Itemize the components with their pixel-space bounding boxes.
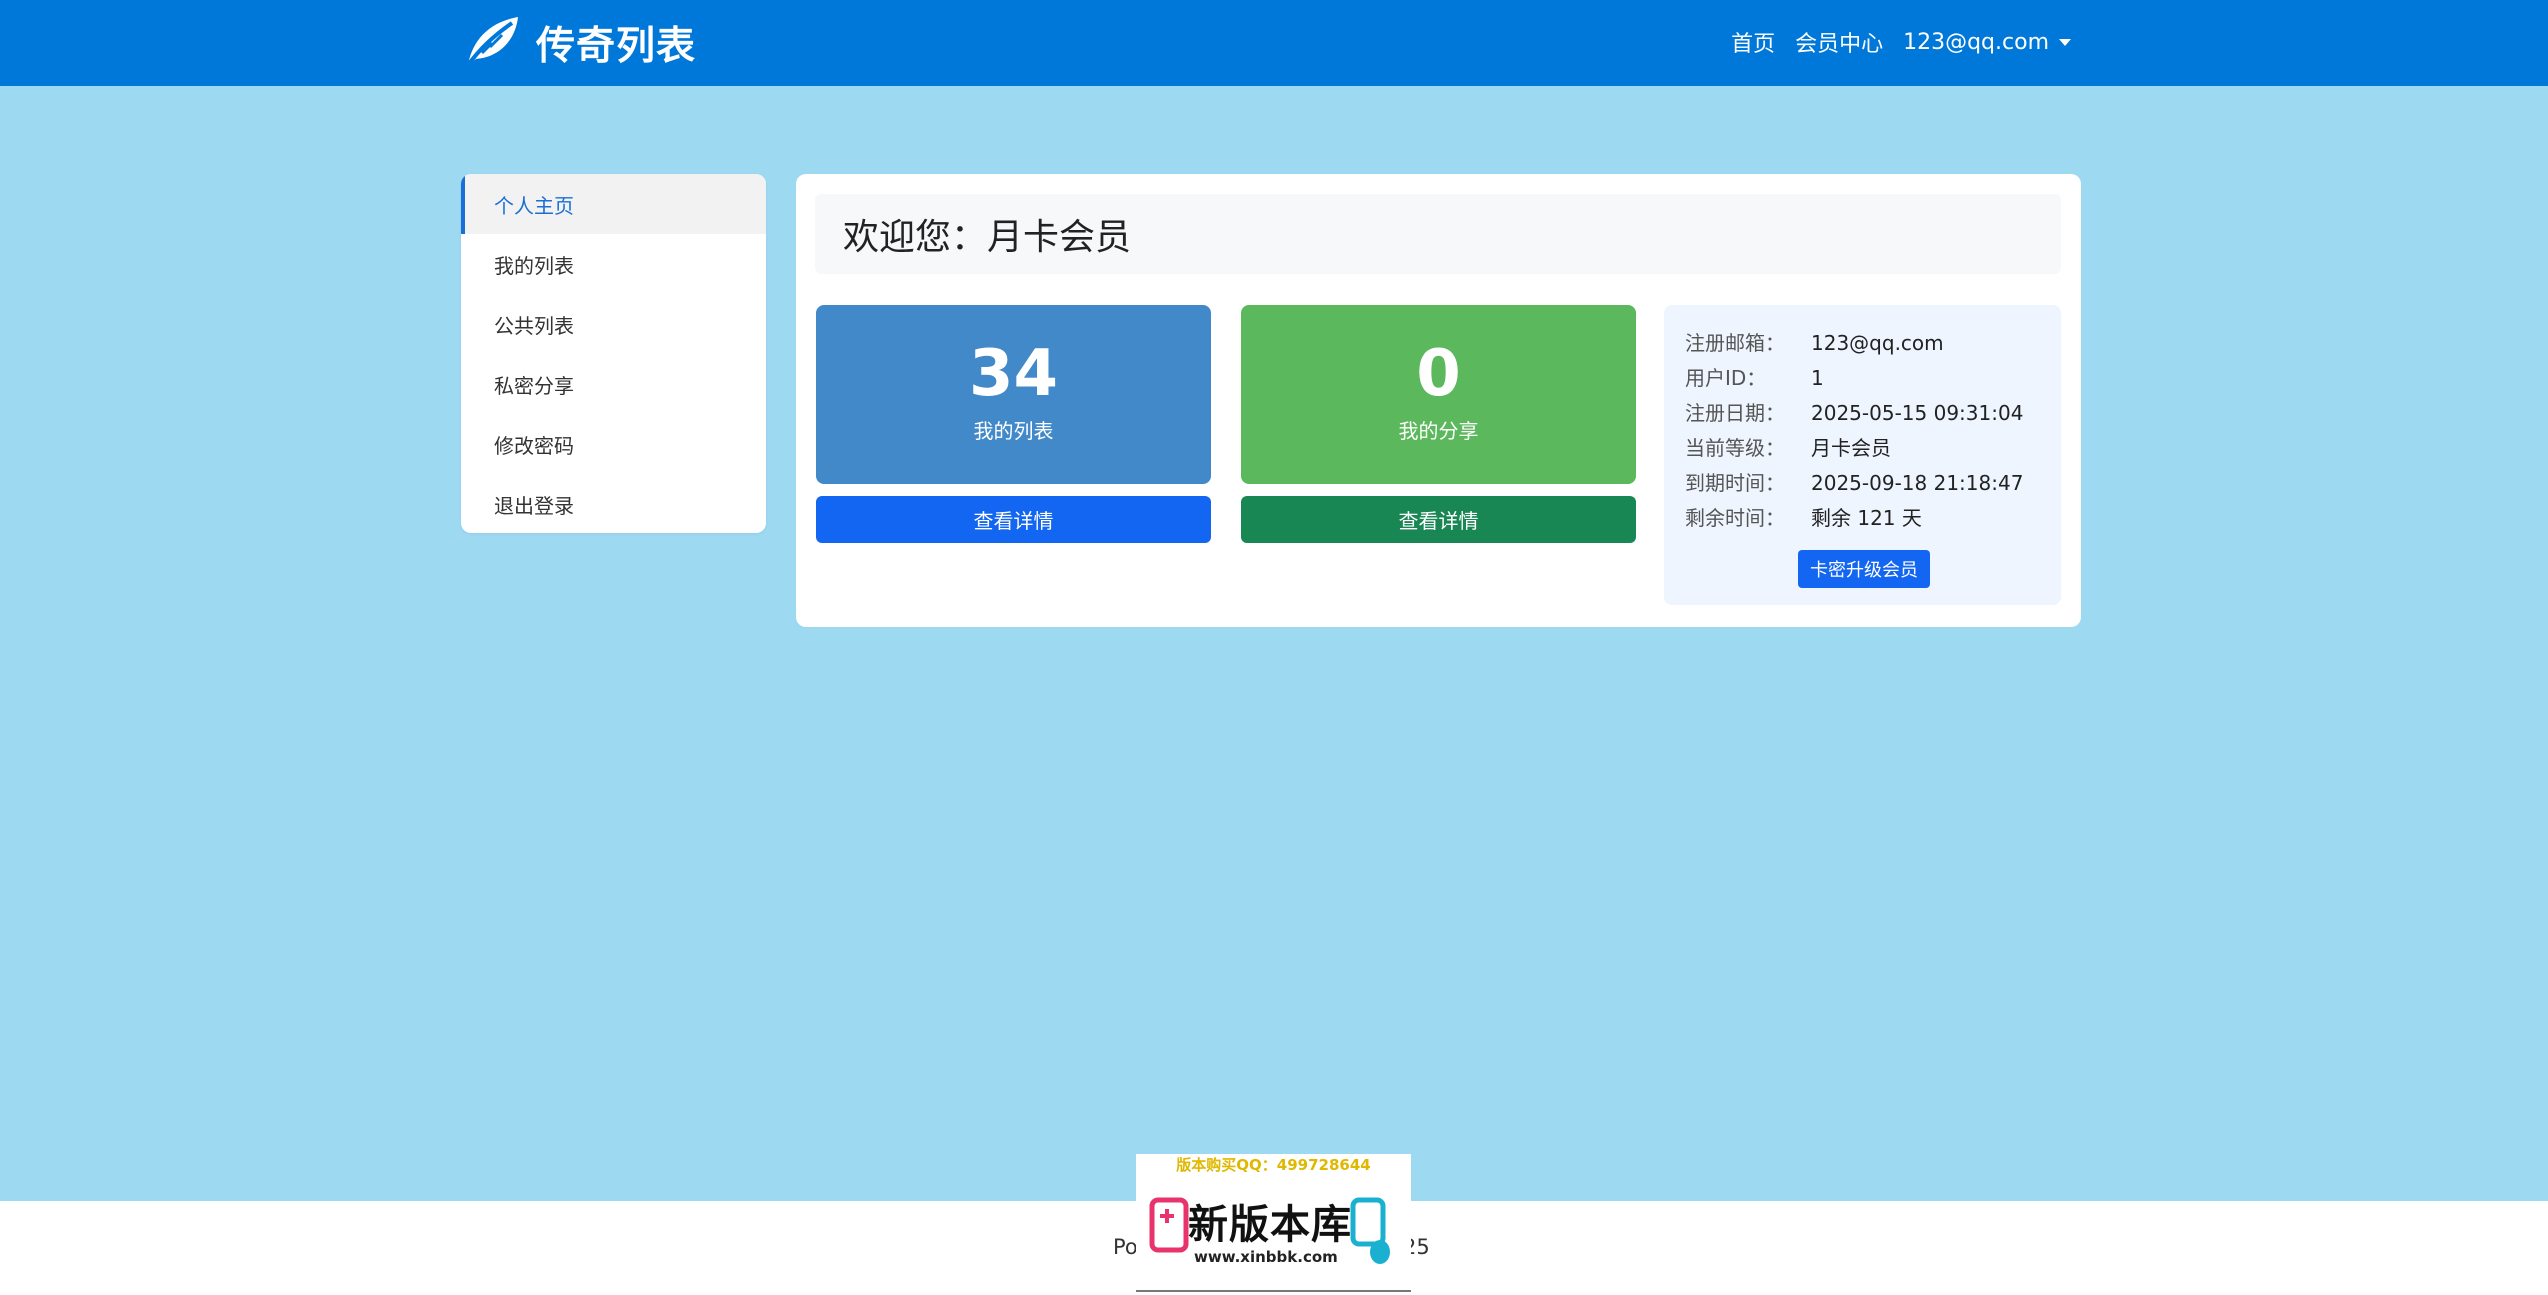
info-row-user-id: 用户ID： 1	[1685, 362, 1824, 391]
sidebar-item-label: 我的列表	[494, 253, 574, 278]
info-key: 剩余时间：	[1685, 506, 1785, 530]
footer-text-left: Po	[1113, 1235, 1138, 1259]
nav-member-center[interactable]: 会员中心	[1795, 26, 1883, 58]
welcome-text: 欢迎您：月卡会员	[843, 217, 1132, 258]
welcome-banner: 欢迎您：月卡会员	[815, 194, 2061, 274]
info-key: 当前等级：	[1685, 436, 1785, 460]
user-email: 123@qq.com	[1903, 29, 2049, 55]
nav-home[interactable]: 首页	[1731, 26, 1775, 58]
sidebar-item-label: 个人主页	[494, 193, 574, 218]
caret-down-icon	[2059, 39, 2071, 46]
info-value: 月卡会员	[1811, 436, 1891, 460]
top-navbar: 传奇列表 首页 会员中心 123@qq.com	[0, 0, 2548, 86]
info-key: 到期时间：	[1685, 471, 1785, 495]
sidebar-item-label: 退出登录	[494, 493, 574, 518]
watermark-title: 新版本库	[1188, 1202, 1352, 1248]
sidebar-item-private-share[interactable]: 私密分享	[461, 354, 766, 414]
brand-name: 传奇列表	[536, 24, 697, 69]
info-key: 注册邮箱：	[1685, 331, 1785, 355]
sidebar: 个人主页 我的列表 公共列表 私密分享 修改密码 退出登录	[461, 174, 766, 533]
info-value: 2025-09-18 21:18:47	[1811, 471, 2024, 495]
view-my-shares-button[interactable]: 查看详情	[1241, 496, 1636, 543]
info-key: 用户ID：	[1685, 366, 1767, 390]
stat-value: 0	[1416, 337, 1461, 411]
sidebar-item-label: 修改密码	[494, 433, 574, 458]
user-dropdown[interactable]: 123@qq.com	[1903, 30, 2071, 55]
sidebar-item-logout[interactable]: 退出登录	[461, 474, 766, 533]
stat-card-my-lists: 34 我的列表	[816, 305, 1211, 484]
info-value: 剩余 121 天	[1811, 506, 1922, 530]
info-key: 注册日期：	[1685, 401, 1785, 425]
sidebar-item-label: 私密分享	[494, 373, 574, 398]
stat-value: 34	[968, 337, 1059, 411]
info-row-register-date: 注册日期： 2025-05-15 09:31:04	[1685, 397, 2023, 426]
info-value: 123@qq.com	[1811, 331, 1944, 355]
dashboard-card: 欢迎您：月卡会员 34 我的列表 查看详情 0 我的分享 查看详情 注册邮箱： 1…	[796, 174, 2081, 627]
info-row-expire-time: 到期时间： 2025-09-18 21:18:47	[1685, 467, 2023, 496]
stat-card-my-shares: 0 我的分享	[1241, 305, 1636, 484]
stat-label: 我的分享	[1398, 419, 1479, 443]
nav-links: 首页 会员中心 123@qq.com	[1731, 26, 2071, 58]
watermark-top-text: 版本购买QQ：499728644	[1136, 1154, 1411, 1176]
watermark-overlay: 版本购买QQ：499728644 新版本库 www.xinbbk.com	[1136, 1154, 1411, 1292]
sidebar-item-change-password[interactable]: 修改密码	[461, 414, 766, 474]
brand[interactable]: 传奇列表	[462, 14, 696, 72]
upgrade-member-button[interactable]: 卡密升级会员	[1798, 550, 1930, 588]
info-row-email: 注册邮箱： 123@qq.com	[1685, 327, 1944, 356]
sidebar-item-label: 公共列表	[494, 313, 574, 338]
watermark-url: www.xinbbk.com	[1194, 1248, 1338, 1266]
info-row-remaining: 剩余时间： 剩余 121 天	[1685, 502, 1922, 531]
info-row-level: 当前等级： 月卡会员	[1685, 432, 1891, 461]
leaf-icon	[462, 13, 522, 73]
stat-label: 我的列表	[973, 419, 1054, 443]
view-my-lists-button[interactable]: 查看详情	[816, 496, 1211, 543]
info-value: 1	[1811, 366, 1824, 390]
account-info-panel: 注册邮箱： 123@qq.com 用户ID： 1 注册日期： 2025-05-15 0…	[1664, 305, 2061, 605]
sidebar-item-home[interactable]: 个人主页	[461, 174, 766, 234]
sidebar-item-public-lists[interactable]: 公共列表	[461, 294, 766, 354]
sidebar-item-my-lists[interactable]: 我的列表	[461, 234, 766, 294]
info-value: 2025-05-15 09:31:04	[1811, 401, 2024, 425]
